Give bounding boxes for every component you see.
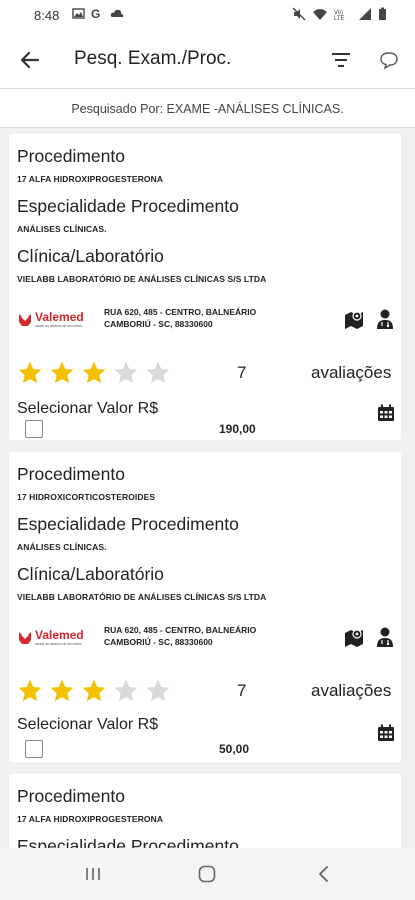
selecionar-valor-label: Selecionar Valor R$ — [17, 716, 159, 733]
especialidade-value: ANÁLISES CLÍNICAS. — [17, 542, 107, 552]
battery-icon — [379, 7, 386, 20]
doctor-icon[interactable] — [375, 626, 395, 648]
star-filled-icon — [50, 679, 74, 702]
address-line-2: CAMBORIÚ - SC, 88330600 — [104, 637, 213, 647]
result-card[interactable]: Procedimento 17 ALFA HIDROXIPROGESTERONA… — [9, 134, 401, 440]
procedimento-value: 17 ALFA HIDROXIPROGESTERONA — [17, 174, 164, 184]
selecionar-valor-label: Selecionar Valor R$ — [17, 400, 159, 417]
logo-text: Valemed — [35, 628, 84, 642]
price-value: 50,00 — [219, 742, 250, 756]
especialidade-label: Especialidade Procedimento — [17, 196, 239, 216]
result-card[interactable]: Procedimento 17 ALFA HIDROXIPROGESTERONA… — [9, 774, 401, 848]
app-bar: Pesq. Exam./Proc. — [0, 32, 415, 88]
star-filled-icon — [18, 361, 42, 384]
logo-tagline: saúde ao alcance de seu bolso — [35, 642, 82, 646]
address: RUA 620, 485 - CENTRO, BALNEÁRIO CAMBORI… — [104, 624, 304, 648]
google-icon: G — [91, 7, 100, 20]
star-empty-icon — [114, 679, 138, 702]
star-filled-icon — [82, 679, 106, 702]
mute-icon — [292, 7, 306, 21]
status-left-icons: G — [72, 7, 124, 20]
star-filled-icon — [82, 361, 106, 384]
avaliacoes-count: 7 — [237, 681, 247, 700]
system-nav-bar — [0, 848, 415, 900]
procedimento-label: Procedimento — [17, 146, 125, 166]
procedimento-label: Procedimento — [17, 464, 125, 484]
price-value: 190,00 — [219, 422, 256, 436]
recent-apps-icon[interactable] — [84, 866, 102, 882]
avaliacoes-count: 7 — [237, 363, 247, 382]
logo-tagline: saúde ao alcance de seu bolso — [35, 324, 82, 328]
volte-icon: Vo)LTE — [334, 10, 345, 21]
svg-text:LTE: LTE — [334, 16, 345, 21]
address-line-1: RUA 620, 485 - CENTRO, BALNEÁRIO — [104, 625, 257, 635]
signal-icon — [359, 8, 371, 20]
procedimento-label: Procedimento — [17, 786, 125, 806]
procedimento-value: 17 HIDROXICORTICOSTEROIDES — [17, 492, 156, 502]
especialidade-value: ANÁLISES CLÍNICAS. — [17, 224, 107, 234]
select-checkbox[interactable] — [25, 740, 43, 758]
procedimento-value: 17 ALFA HIDROXIPROGESTERONA — [17, 814, 164, 824]
star-empty-icon — [146, 679, 170, 702]
star-empty-icon — [114, 361, 138, 384]
rating-stars — [17, 678, 171, 704]
calendar-icon[interactable] — [377, 724, 395, 742]
star-filled-icon — [18, 679, 42, 702]
especialidade-label: Especialidade Procedimento — [17, 836, 239, 848]
chat-icon[interactable] — [378, 50, 400, 70]
results-list: Procedimento 17 ALFA HIDROXIPROGESTERONA… — [0, 128, 415, 848]
status-bar: 8:48 G Vo) LTE — [0, 0, 415, 32]
rating-stars — [17, 360, 171, 386]
page-title: Pesq. Exam./Proc. — [74, 48, 232, 69]
map-icon[interactable] — [343, 308, 365, 330]
select-checkbox[interactable] — [25, 420, 43, 438]
logo-text: Valemed — [35, 310, 84, 324]
svg-text:G: G — [91, 7, 100, 20]
valemed-logo: Valemed saúde ao alcance de seu bolso — [19, 310, 84, 328]
filter-icon[interactable] — [330, 50, 352, 70]
doctor-icon[interactable] — [375, 308, 395, 330]
clinica-value: VIELABB LABORATÓRIO DE ANÁLISES CLÍNICAS… — [17, 274, 267, 284]
image-icon — [72, 8, 85, 19]
cloud-icon — [110, 9, 124, 17]
calendar-icon[interactable] — [377, 404, 395, 422]
wifi-icon — [313, 9, 327, 20]
address-line-1: RUA 620, 485 - CENTRO, BALNEÁRIO — [104, 307, 257, 317]
avaliacoes-label: avaliações — [311, 681, 392, 700]
status-time: 8:48 — [34, 8, 60, 23]
clinica-label: Clínica/Laboratório — [17, 246, 164, 266]
avaliacoes-label: avaliações — [311, 363, 392, 382]
back-arrow-icon[interactable] — [18, 48, 42, 72]
valemed-logo: Valemed saúde ao alcance de seu bolso — [19, 628, 84, 646]
back-icon[interactable] — [316, 864, 330, 884]
home-icon[interactable] — [197, 864, 217, 884]
clinica-label: Clínica/Laboratório — [17, 564, 164, 584]
address: RUA 620, 485 - CENTRO, BALNEÁRIO CAMBORI… — [104, 306, 304, 330]
star-empty-icon — [146, 361, 170, 384]
search-criteria: Pesquisado Por: EXAME -ANÁLISES CLÍNICAS… — [0, 88, 415, 128]
clinica-value: VIELABB LABORATÓRIO DE ANÁLISES CLÍNICAS… — [17, 592, 267, 602]
map-icon[interactable] — [343, 626, 365, 648]
result-card[interactable]: Procedimento 17 HIDROXICORTICOSTEROIDES … — [9, 452, 401, 762]
address-line-2: CAMBORIÚ - SC, 88330600 — [104, 319, 213, 329]
star-filled-icon — [50, 361, 74, 384]
status-right-icons: Vo) LTE — [292, 7, 387, 21]
especialidade-label: Especialidade Procedimento — [17, 514, 239, 534]
